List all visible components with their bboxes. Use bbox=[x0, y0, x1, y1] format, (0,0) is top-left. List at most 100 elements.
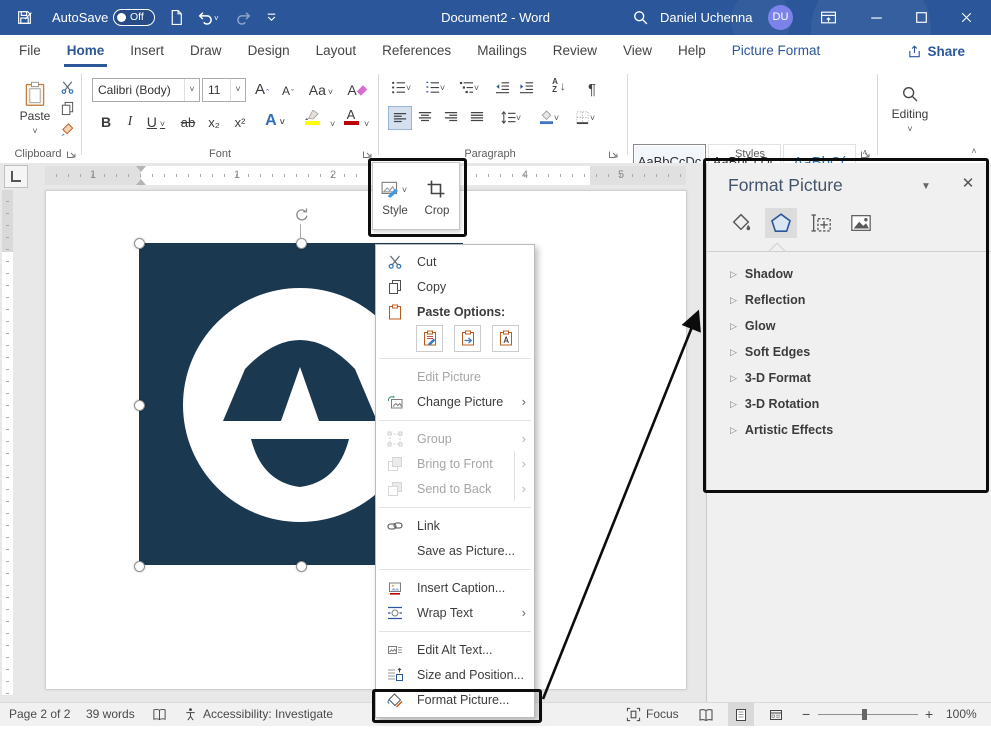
paste-keep-text-only-button[interactable] bbox=[492, 325, 519, 352]
shrink-font-button[interactable]: A ˇ bbox=[276, 76, 300, 98]
share-button[interactable]: Share bbox=[899, 39, 973, 63]
strikethrough-button[interactable]: ab bbox=[176, 108, 200, 130]
borders-button[interactable] bbox=[570, 106, 600, 128]
tab-design[interactable]: Design bbox=[235, 35, 303, 68]
pane-tab-layout-properties[interactable] bbox=[805, 208, 837, 238]
superscript-button[interactable]: x² bbox=[228, 108, 252, 130]
tab-review[interactable]: Review bbox=[540, 35, 610, 68]
menu-item-link[interactable]: Link bbox=[376, 513, 534, 538]
page-indicator[interactable]: Page 2 of 2 bbox=[9, 703, 70, 726]
selection-handle-middle-left[interactable] bbox=[134, 400, 145, 411]
tab-layout[interactable]: Layout bbox=[303, 35, 370, 68]
increase-indent-button[interactable] bbox=[516, 78, 536, 96]
read-mode-button[interactable] bbox=[698, 707, 714, 730]
bullets-button[interactable] bbox=[388, 78, 414, 96]
change-case-button[interactable]: Aa bbox=[306, 76, 336, 98]
selection-handle-bottom-center[interactable] bbox=[296, 561, 307, 572]
tab-draw[interactable]: Draw bbox=[177, 35, 235, 68]
menu-item-change-picture[interactable]: Change Picture › bbox=[376, 389, 534, 414]
focus-label[interactable]: Focus bbox=[646, 703, 679, 726]
highlight-button[interactable] bbox=[296, 106, 328, 128]
collapse-ribbon-chevron-icon[interactable]: ˄ bbox=[966, 144, 982, 158]
menu-item-edit-alt-text[interactable]: Edit Alt Text... bbox=[376, 637, 534, 662]
pane-tab-effects[interactable] bbox=[765, 208, 797, 238]
user-name[interactable]: Daniel Uchenna bbox=[660, 0, 753, 35]
styles-dialog-launcher[interactable] bbox=[860, 148, 871, 159]
menu-item-cut[interactable]: Cut bbox=[376, 249, 534, 274]
paste-merge-formatting-button[interactable] bbox=[454, 325, 481, 352]
copy-button[interactable] bbox=[58, 99, 76, 117]
accessibility-status[interactable]: Accessibility: Investigate bbox=[203, 703, 333, 726]
picture-style-button[interactable] bbox=[377, 171, 411, 207]
font-family-combo[interactable]: Calibri (Body) ˅ bbox=[92, 78, 200, 102]
tab-help[interactable]: Help bbox=[665, 35, 719, 68]
selection-handle-bottom-left[interactable] bbox=[134, 561, 145, 572]
pane-menu-chevron-icon[interactable]: ▼ bbox=[921, 181, 931, 192]
accessibility-icon[interactable] bbox=[183, 707, 198, 730]
editing-button[interactable]: Editing bbox=[884, 78, 936, 142]
tab-insert[interactable]: Insert bbox=[117, 35, 177, 68]
zoom-out-button[interactable]: − bbox=[802, 703, 810, 726]
paste-button[interactable]: Paste bbox=[12, 76, 58, 142]
maximize-button[interactable] bbox=[913, 9, 930, 26]
grow-font-button[interactable]: A ˆ bbox=[250, 76, 274, 98]
avatar[interactable]: DU bbox=[768, 5, 793, 30]
clear-formatting-button[interactable]: A bbox=[344, 76, 368, 98]
tab-references[interactable]: References bbox=[369, 35, 464, 68]
font-size-combo[interactable]: 11 ˅ bbox=[202, 78, 246, 102]
zoom-in-button[interactable]: + bbox=[925, 703, 933, 726]
menu-item-wrap-text[interactable]: Wrap Text › bbox=[376, 600, 534, 625]
selection-handle-top-left[interactable] bbox=[134, 238, 145, 249]
vertical-ruler[interactable] bbox=[2, 190, 13, 695]
format-painter-button[interactable] bbox=[58, 120, 76, 138]
paragraph-dialog-launcher[interactable] bbox=[608, 148, 619, 159]
zoom-slider-track[interactable] bbox=[818, 714, 918, 715]
menu-item-insert-caption[interactable]: Insert Caption... bbox=[376, 575, 534, 600]
word-count[interactable]: 39 words bbox=[86, 703, 135, 726]
align-right-button[interactable] bbox=[440, 106, 462, 128]
section-shadow[interactable]: ▷ Shadow bbox=[707, 261, 991, 287]
tab-file[interactable]: File bbox=[6, 35, 54, 68]
italic-button[interactable]: I bbox=[120, 108, 140, 130]
section-artistic-effects[interactable]: ▷ Artistic Effects bbox=[707, 417, 991, 443]
section-3d-rotation[interactable]: ▷ 3-D Rotation bbox=[707, 391, 991, 417]
shading-button[interactable] bbox=[534, 106, 564, 128]
tab-home[interactable]: Home bbox=[54, 35, 118, 68]
bold-button[interactable]: B bbox=[96, 108, 116, 130]
font-color-button[interactable]: A bbox=[340, 106, 362, 128]
print-layout-button[interactable] bbox=[728, 703, 754, 726]
font-color-chevron-icon[interactable] bbox=[364, 116, 369, 130]
tab-mailings[interactable]: Mailings bbox=[464, 35, 540, 68]
menu-item-save-as-picture[interactable]: Save as Picture... bbox=[376, 538, 534, 563]
tab-picture-format[interactable]: Picture Format bbox=[719, 35, 834, 68]
first-line-indent-marker[interactable] bbox=[136, 166, 146, 172]
crop-button[interactable] bbox=[419, 171, 453, 207]
focus-icon[interactable] bbox=[626, 707, 641, 730]
web-layout-button[interactable] bbox=[768, 707, 784, 730]
sort-button[interactable]: A Z ↓ bbox=[546, 76, 572, 96]
section-3d-format[interactable]: ▷ 3-D Format bbox=[707, 365, 991, 391]
menu-item-format-picture[interactable]: Format Picture... bbox=[376, 687, 534, 712]
pane-tab-fill-line[interactable] bbox=[725, 208, 757, 238]
menu-item-size-and-position[interactable]: Size and Position... bbox=[376, 662, 534, 687]
line-spacing-button[interactable] bbox=[496, 106, 526, 128]
justify-button[interactable] bbox=[466, 106, 488, 128]
hanging-indent-marker[interactable] bbox=[136, 179, 146, 185]
text-effects-button[interactable]: A bbox=[260, 108, 290, 130]
section-soft-edges[interactable]: ▷ Soft Edges bbox=[707, 339, 991, 365]
section-reflection[interactable]: ▷ Reflection bbox=[707, 287, 991, 313]
selection-handle-top-center[interactable] bbox=[296, 238, 307, 249]
numbering-button[interactable] bbox=[422, 78, 448, 96]
pane-close-icon[interactable]: ✕ bbox=[959, 175, 977, 193]
minimize-button[interactable] bbox=[868, 9, 885, 26]
align-center-button[interactable] bbox=[414, 106, 436, 128]
multilevel-list-button[interactable] bbox=[456, 78, 482, 96]
ribbon-display-options-icon[interactable] bbox=[820, 9, 837, 26]
close-button[interactable] bbox=[958, 9, 975, 26]
highlight-chevron-icon[interactable] bbox=[330, 116, 335, 130]
font-dialog-launcher[interactable] bbox=[362, 148, 373, 159]
proofing-icon[interactable] bbox=[152, 707, 167, 730]
tab-view[interactable]: View bbox=[610, 35, 665, 68]
subscript-button[interactable]: x₂ bbox=[202, 108, 226, 130]
underline-button[interactable]: U bbox=[142, 108, 170, 130]
